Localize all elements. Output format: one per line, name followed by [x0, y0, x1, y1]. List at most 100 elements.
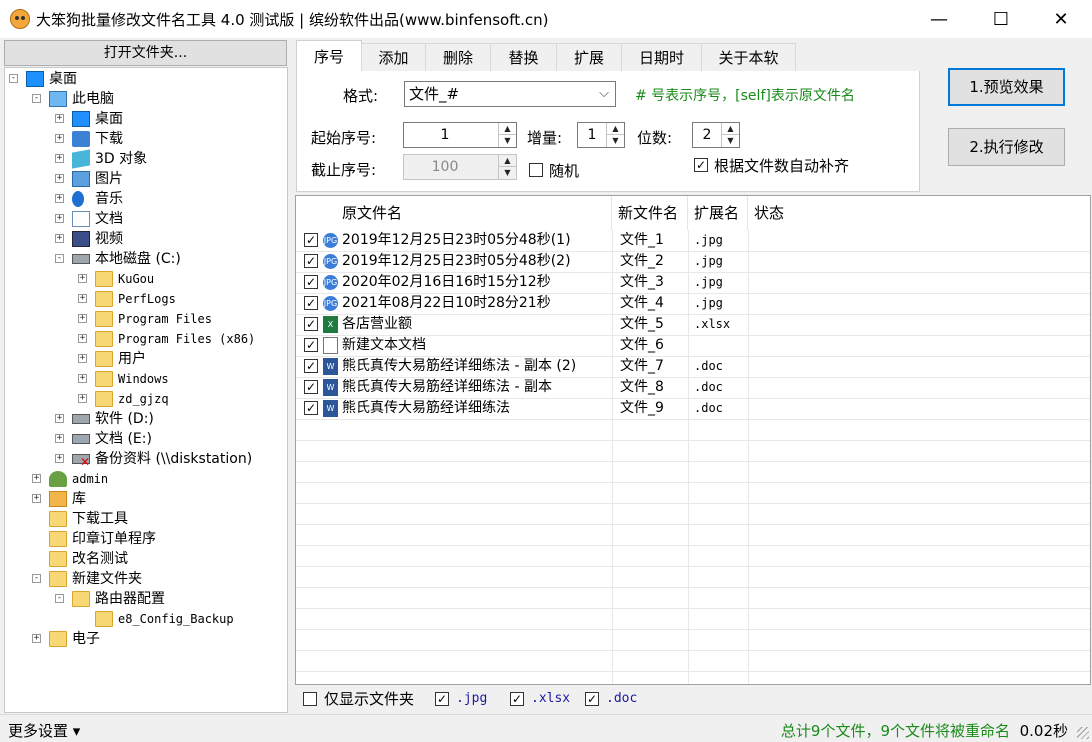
tree-item[interactable]: + Program Files: [5, 309, 285, 329]
expand-icon[interactable]: +: [55, 434, 64, 443]
open-folder-button[interactable]: 打开文件夹...: [4, 40, 287, 66]
tree-item[interactable]: + PerfLogs: [5, 289, 285, 309]
expand-icon[interactable]: +: [55, 234, 64, 243]
arrow-up-icon[interactable]: ▲: [607, 123, 624, 135]
expand-icon[interactable]: +: [55, 114, 64, 123]
expand-icon[interactable]: +: [55, 174, 64, 183]
ext-filter-checkbox[interactable]: ✓: [435, 692, 449, 706]
expand-icon[interactable]: +: [55, 154, 64, 163]
tree-item[interactable]: + Program Files (x86): [5, 329, 285, 349]
row-checkbox[interactable]: ✓: [304, 254, 318, 268]
start-number-stepper[interactable]: 1 ▲ ▼: [403, 122, 517, 148]
arrow-down-icon[interactable]: ▼: [607, 135, 624, 147]
table-row[interactable]: ✓ JPG 2019年12月25日23时05分48秒(2) 文件_2 .jpg: [296, 251, 1090, 272]
tree-item[interactable]: 改名测试: [5, 549, 285, 569]
more-settings-menu[interactable]: 更多设置 ▾: [8, 720, 80, 741]
expand-icon[interactable]: +: [32, 494, 41, 503]
expand-icon[interactable]: +: [78, 294, 87, 303]
row-checkbox[interactable]: ✓: [304, 275, 318, 289]
expand-icon[interactable]: +: [78, 314, 87, 323]
arrow-down-icon[interactable]: ▼: [499, 135, 516, 147]
table-row[interactable]: ✓ W 熊氏真传大易筋经详细练法 - 副本 文件_8 .doc: [296, 377, 1090, 398]
tab-5[interactable]: 日期时间: [621, 43, 702, 95]
table-row[interactable]: ✓ W 熊氏真传大易筋经详细练法 文件_9 .doc: [296, 398, 1090, 419]
collapse-icon[interactable]: -: [32, 574, 41, 583]
minimize-button[interactable]: —: [916, 0, 962, 38]
row-checkbox[interactable]: ✓: [304, 296, 318, 310]
tab-2[interactable]: 删除: [425, 43, 491, 71]
tab-0[interactable]: 序号: [296, 40, 362, 72]
maximize-button[interactable]: ☐: [978, 0, 1024, 38]
folder-tree[interactable]: - 桌面 - 此电脑 + 桌面 + 下载 +3D 对象 + 图片 + 音乐 + 文档 + 视频 - 本地磁盘 (C:…: [4, 67, 288, 713]
row-checkbox[interactable]: ✓: [304, 401, 318, 415]
tree-item[interactable]: + Windows: [5, 369, 285, 389]
expand-icon[interactable]: +: [78, 354, 87, 363]
tree-item[interactable]: - 新建文件夹: [5, 569, 285, 589]
tree-item[interactable]: 下载工具: [5, 509, 285, 529]
expand-icon[interactable]: +: [55, 134, 64, 143]
tree-item[interactable]: + 图片: [5, 169, 285, 189]
digits-stepper[interactable]: 2 ▲ ▼: [692, 122, 740, 148]
stepper-arrows[interactable]: ▲ ▼: [606, 123, 624, 147]
tree-item[interactable]: + 软件 (D:): [5, 409, 285, 429]
tree-item[interactable]: e8_Config_Backup: [5, 609, 285, 629]
column-header[interactable]: 扩展名: [688, 196, 748, 230]
format-select[interactable]: 文件_# ⌵: [404, 81, 616, 107]
tree-item[interactable]: - 路由器配置: [5, 589, 285, 609]
tree-item[interactable]: + 文档 (E:): [5, 429, 285, 449]
table-row[interactable]: ✓ X 各店营业额 文件_5 .xlsx: [296, 314, 1090, 335]
tree-item[interactable]: - 此电脑: [5, 89, 285, 109]
collapse-icon[interactable]: -: [55, 594, 64, 603]
collapse-icon[interactable]: -: [55, 254, 64, 263]
expand-icon[interactable]: +: [55, 214, 64, 223]
tab-3[interactable]: 替换: [490, 43, 557, 71]
stepper-arrows[interactable]: ▲ ▼: [721, 123, 739, 147]
tree-item[interactable]: - 本地磁盘 (C:): [5, 249, 285, 269]
tree-item[interactable]: +3D 对象: [5, 149, 285, 169]
autopad-checkbox[interactable]: ✓: [694, 158, 708, 172]
expand-icon[interactable]: +: [32, 474, 41, 483]
expand-icon[interactable]: +: [55, 414, 64, 423]
tree-item[interactable]: + KuGou: [5, 269, 285, 289]
tree-item[interactable]: + 音乐: [5, 189, 285, 209]
tree-item[interactable]: 印章订单程序: [5, 529, 285, 549]
table-row[interactable]: ✓ JPG 2019年12月25日23时05分48秒(1) 文件_1 .jpg: [296, 230, 1090, 251]
execute-button[interactable]: 2.执行修改: [948, 128, 1065, 166]
tree-item[interactable]: + 电子: [5, 629, 285, 649]
table-row[interactable]: ✓ W 熊氏真传大易筋经详细练法 - 副本 (2) 文件_7 .doc: [296, 356, 1090, 377]
tree-item[interactable]: + admin: [5, 469, 285, 489]
collapse-icon[interactable]: -: [9, 74, 18, 83]
resize-grip-icon[interactable]: [1077, 727, 1089, 739]
collapse-icon[interactable]: -: [32, 94, 41, 103]
arrow-up-icon[interactable]: ▲: [499, 123, 516, 135]
row-checkbox[interactable]: ✓: [304, 317, 318, 331]
tree-item[interactable]: + 桌面: [5, 109, 285, 129]
column-header[interactable]: 新文件名: [612, 196, 688, 230]
preview-button[interactable]: 1.预览效果: [948, 68, 1065, 106]
arrow-down-icon[interactable]: ▼: [722, 135, 739, 147]
tab-6[interactable]: 关于本软件: [701, 43, 796, 95]
row-checkbox[interactable]: ✓: [304, 359, 318, 373]
tree-item[interactable]: + zd_gjzq: [5, 389, 285, 409]
tree-item[interactable]: + 下载: [5, 129, 285, 149]
row-checkbox[interactable]: ✓: [304, 380, 318, 394]
tree-item[interactable]: + 用户: [5, 349, 285, 369]
arrow-up-icon[interactable]: ▲: [722, 123, 739, 135]
tree-item[interactable]: + 视频: [5, 229, 285, 249]
tree-item[interactable]: - 桌面: [5, 69, 285, 89]
column-header[interactable]: 状态: [748, 196, 1090, 230]
random-checkbox[interactable]: [529, 163, 543, 177]
row-checkbox[interactable]: ✓: [304, 338, 318, 352]
ext-filter-checkbox[interactable]: ✓: [585, 692, 599, 706]
expand-icon[interactable]: +: [55, 454, 64, 463]
tree-item[interactable]: + ✕ 备份资料 (\\diskstation): [5, 449, 285, 469]
folders-only-checkbox[interactable]: [303, 692, 317, 706]
close-button[interactable]: ✕: [1038, 0, 1084, 38]
table-row[interactable]: ✓ JPG 2021年08月22日10时28分21秒 文件_4 .jpg: [296, 293, 1090, 314]
tree-item[interactable]: + 文档: [5, 209, 285, 229]
file-list[interactable]: 原文件名 新文件名 扩展名 状态 ✓ JPG 2019年12月25日23时05分48秒(1)…: [295, 195, 1091, 685]
expand-icon[interactable]: +: [55, 194, 64, 203]
tab-4[interactable]: 扩展名: [556, 43, 622, 95]
ext-filter-checkbox[interactable]: ✓: [510, 692, 524, 706]
expand-icon[interactable]: +: [78, 274, 87, 283]
